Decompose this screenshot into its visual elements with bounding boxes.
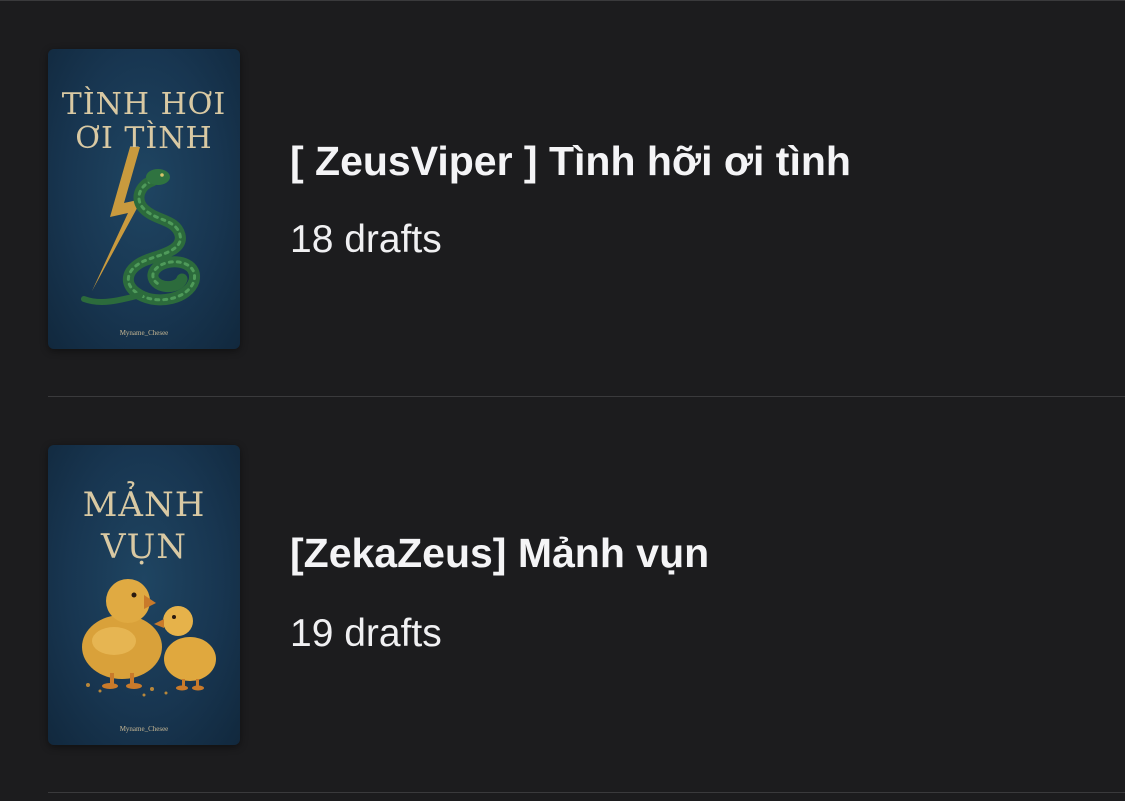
list-item[interactable]: TÌNH HƠI ƠI TÌNH Myname_Chesee [ ZeusVip… (0, 1, 1125, 397)
draft-count: 19 drafts (290, 612, 442, 655)
draft-count: 18 drafts (290, 218, 442, 261)
cover-author: Myname_Chesee (119, 329, 169, 337)
book-cover[interactable]: MẢNH VỤN Myname_Chesee (48, 445, 240, 745)
cover-author: Myname_Chesee (119, 725, 169, 733)
story-title[interactable]: [ZekaZeus] Mảnh vụn (290, 529, 709, 577)
row-divider (48, 792, 1125, 793)
ducklings-illustration (82, 579, 216, 697)
story-title[interactable]: [ ZeusViper ] Tình hỡi ơi tình (290, 137, 851, 185)
book-cover[interactable]: TÌNH HƠI ƠI TÌNH Myname_Chesee (48, 49, 240, 349)
snake-lightning-illustration (81, 147, 200, 306)
list-item[interactable]: MẢNH VỤN Myname_Chesee [ZekaZeus] Mảnh v… (0, 397, 1125, 793)
duckling-icon (82, 579, 162, 689)
duckling-icon (154, 606, 216, 691)
story-list: TÌNH HƠI ƠI TÌNH Myname_Chesee [ ZeusVip… (0, 1, 1125, 793)
